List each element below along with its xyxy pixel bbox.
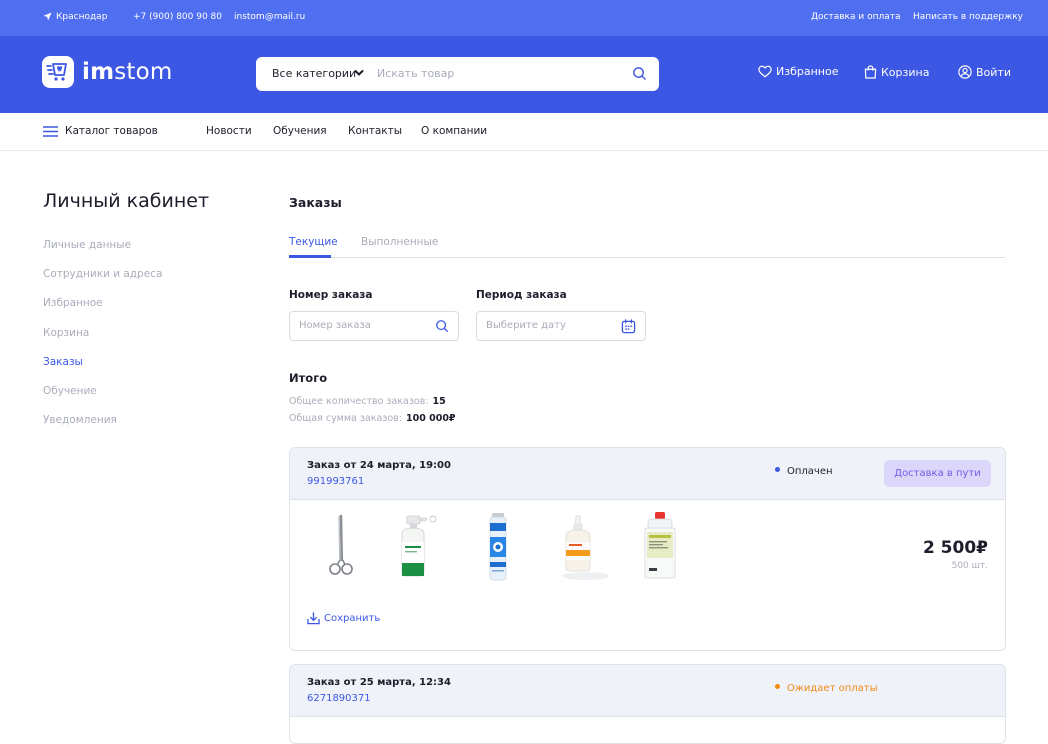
- location-arrow-icon: [43, 12, 52, 21]
- heart-icon: [758, 65, 772, 78]
- user-circle-icon: [958, 65, 972, 79]
- summary-sum-label: Общая сумма заказов:: [289, 413, 402, 424]
- header: imstom Все категории Искать товар Избран…: [0, 36, 1048, 113]
- order-card-header: Заказ от 25 марта, 12:34 6271890371 Ожид…: [290, 665, 1005, 717]
- order-period-label: Период заказа: [476, 289, 567, 301]
- page-title: Заказы: [289, 195, 342, 210]
- spray-bottle-product[interactable]: [388, 510, 448, 582]
- calendar-icon[interactable]: [621, 319, 636, 334]
- nav-item-contacts[interactable]: Контакты: [348, 125, 402, 137]
- summary-count-label: Общее количество заказов:: [289, 396, 429, 407]
- main-nav: Каталог товаров Новости Обучения Контакт…: [0, 113, 1048, 151]
- order-title: Заказ от 25 марта, 12:34: [307, 677, 451, 688]
- city-label: Краснодар: [56, 12, 108, 22]
- sidebar-item-personal-data[interactable]: Личные данные: [43, 239, 131, 251]
- shopping-bag-icon: [864, 65, 877, 79]
- order-period-placeholder: Выберите дату: [486, 320, 566, 331]
- category-select[interactable]: Все категории: [272, 67, 356, 80]
- order-number-field[interactable]: Номер заказа: [289, 311, 459, 341]
- nav-item-about[interactable]: О компании: [421, 125, 487, 137]
- order-card-header: Заказ от 24 марта, 19:00 991993761 Оплач…: [290, 448, 1005, 500]
- order-card[interactable]: Заказ от 25 марта, 12:34 6271890371 Ожид…: [289, 664, 1006, 744]
- delivery-status-badge[interactable]: Доставка в пути: [884, 460, 991, 487]
- tab-completed[interactable]: Выполненные: [361, 236, 438, 248]
- search-bar: Все категории Искать товар: [256, 57, 659, 91]
- sidebar-item-orders[interactable]: Заказы: [43, 356, 83, 368]
- canister-product[interactable]: [628, 510, 688, 582]
- order-status: Оплачен: [775, 466, 833, 477]
- sidebar-item-favorites[interactable]: Избранное: [43, 297, 103, 309]
- sidebar-item-cart[interactable]: Корзина: [43, 327, 89, 339]
- chevron-down-icon[interactable]: [354, 69, 364, 77]
- menu-icon[interactable]: [43, 126, 58, 137]
- search-icon[interactable]: [435, 319, 449, 333]
- nav-item-trainings[interactable]: Обучения: [273, 125, 327, 137]
- delivery-link[interactable]: Доставка и оплата: [811, 12, 901, 22]
- order-price: 2 500₽: [922, 538, 988, 558]
- order-number-link[interactable]: 991993761: [307, 476, 364, 487]
- order-number-placeholder: Номер заказа: [299, 320, 371, 331]
- status-dot-icon: [775, 467, 780, 472]
- order-status-label: Ожидает оплаты: [787, 683, 878, 694]
- order-number-label: Номер заказа: [289, 289, 373, 301]
- favorites-label: Избранное: [776, 65, 839, 78]
- order-status: Ожидает оплаты: [775, 683, 877, 694]
- summary-sum: Общая сумма заказов: 100 000₽: [289, 413, 456, 424]
- phone-link[interactable]: +7 (900) 800 90 80: [133, 12, 222, 22]
- status-dot-icon: [775, 684, 780, 689]
- summary-title: Итого: [289, 371, 328, 385]
- order-quantity: 500 шт.: [951, 561, 988, 571]
- tabs-divider: [289, 257, 1005, 258]
- dropper-bottle-product[interactable]: [548, 510, 608, 582]
- nav-item-news[interactable]: Новости: [206, 125, 252, 137]
- summary-sum-value: 100 000₽: [405, 413, 456, 424]
- logo-text: imstom: [82, 59, 173, 85]
- cart-link[interactable]: Корзина: [864, 65, 929, 79]
- save-button[interactable]: Сохранить: [307, 612, 380, 625]
- save-label: Сохранить: [324, 613, 381, 624]
- order-card[interactable]: Заказ от 24 марта, 19:00 991993761 Оплач…: [289, 447, 1006, 651]
- email-link[interactable]: instom@mail.ru: [234, 12, 305, 22]
- logo-cart-icon: [42, 56, 74, 88]
- sidebar-item-notifications[interactable]: Уведомления: [43, 414, 117, 426]
- top-bar: Краснодар +7 (900) 800 90 80 instom@mail…: [0, 0, 1048, 36]
- summary-count: Общее количество заказов: 15: [289, 396, 446, 407]
- sidebar-item-training[interactable]: Обучение: [43, 385, 97, 397]
- order-title: Заказ от 24 марта, 19:00: [307, 460, 451, 471]
- city-selector[interactable]: Краснодар: [43, 12, 107, 22]
- order-status-label: Оплачен: [787, 466, 833, 477]
- login-label: Войти: [976, 65, 1011, 79]
- favorites-link[interactable]: Избранное: [758, 65, 838, 78]
- order-number-link[interactable]: 6271890371: [307, 693, 371, 704]
- sidebar-item-employees[interactable]: Сотрудники и адреса: [43, 268, 162, 280]
- sidebar-title: Личный кабинет: [43, 190, 210, 212]
- aerosol-can-product[interactable]: [468, 510, 528, 582]
- logo-rest: stom: [114, 59, 173, 85]
- summary-count-value: 15: [432, 396, 446, 407]
- active-tab-indicator: [289, 255, 331, 258]
- search-input[interactable]: Искать товар: [377, 67, 454, 80]
- search-icon[interactable]: [632, 66, 647, 81]
- scissors-product[interactable]: [310, 510, 370, 582]
- logo[interactable]: imstom: [42, 56, 173, 88]
- tab-current[interactable]: Текущие: [289, 236, 338, 248]
- download-icon: [307, 612, 320, 625]
- cart-label: Корзина: [881, 65, 930, 79]
- order-period-field[interactable]: Выберите дату: [476, 311, 646, 341]
- logo-bold: im: [82, 59, 115, 85]
- login-link[interactable]: Войти: [958, 65, 1011, 79]
- catalog-link[interactable]: Каталог товаров: [65, 125, 158, 137]
- support-link[interactable]: Написать в поддержку: [913, 12, 1023, 22]
